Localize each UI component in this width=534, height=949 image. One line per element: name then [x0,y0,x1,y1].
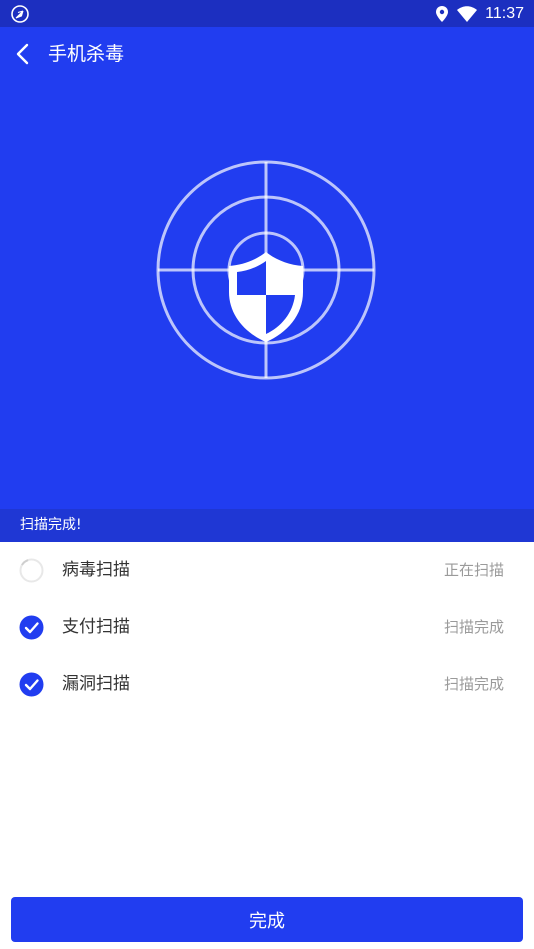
scan-status-text: 扫描完成! [20,517,82,533]
list-item-payment-scan: 支付扫描 扫描完成 [0,599,534,656]
check-icon [19,615,44,640]
scan-item-state: 扫描完成 [443,618,504,636]
back-icon[interactable] [12,41,34,67]
wifi-icon [457,5,478,22]
list-item-virus-scan: 病毒扫描 正在扫描 [0,542,534,599]
navigation-icon [11,5,29,23]
location-icon [436,5,449,22]
status-bar: 11:37 [0,0,534,27]
antivirus-screen: 11:37 手机杀毒 扫描完成! 病毒扫描 正在扫描 支付扫描 扫描完成 漏洞扫… [0,0,534,949]
list-item-vulnerability-scan: 漏洞扫描 扫描完成 [0,656,534,713]
scan-item-label: 病毒扫描 [62,560,130,580]
scan-item-state: 正在扫描 [443,561,504,579]
scan-status-strip: 扫描完成! [0,509,534,542]
check-icon [19,672,44,697]
shield-icon [229,252,303,342]
radar-icon [156,160,376,380]
status-time: 11:37 [485,4,524,22]
scan-item-state: 扫描完成 [443,675,504,693]
scan-item-label: 漏洞扫描 [62,674,130,694]
scan-list: 病毒扫描 正在扫描 支付扫描 扫描完成 漏洞扫描 扫描完成 [0,542,534,713]
spinner-icon [19,558,44,583]
status-right: 11:37 [435,0,524,27]
scan-item-label: 支付扫描 [62,617,130,637]
hero-area: 手机杀毒 [0,27,534,509]
page-title: 手机杀毒 [48,43,125,65]
done-button[interactable]: 完成 [11,897,523,942]
